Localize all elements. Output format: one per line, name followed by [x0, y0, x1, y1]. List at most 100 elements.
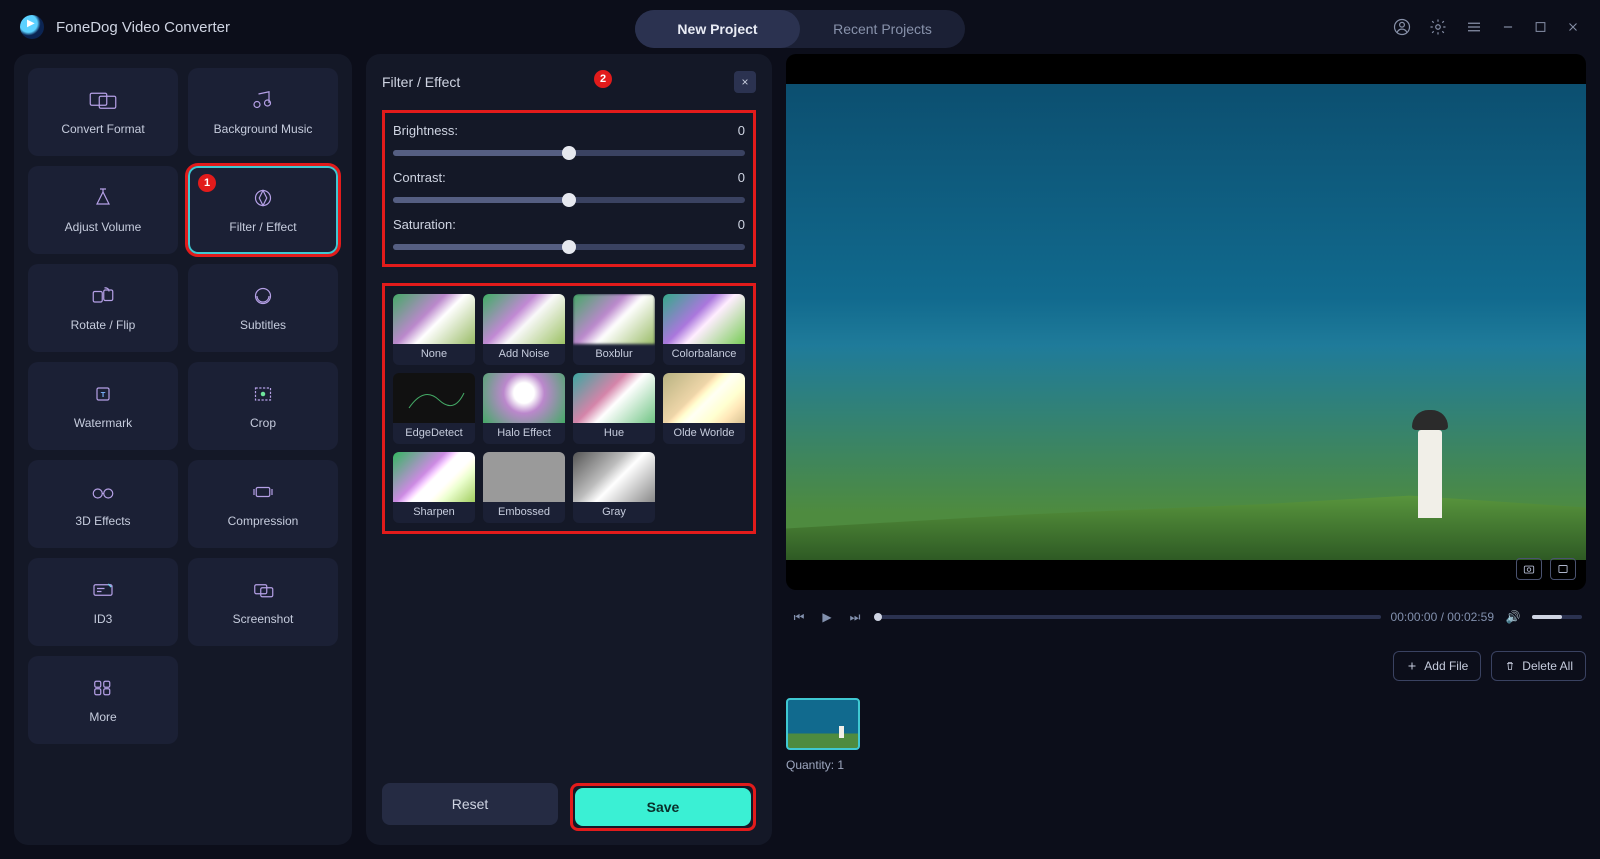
filter-add-noise[interactable]: Add Noise: [483, 294, 565, 365]
panel-title: Filter / Effect: [382, 74, 460, 90]
main: Convert Format Background Music Adjust V…: [0, 54, 1600, 859]
file-actions: Add File Delete All: [786, 644, 1586, 688]
tool-label: 3D Effects: [75, 514, 130, 528]
slider-saturation: Saturation:0: [393, 217, 745, 250]
tab-new-project[interactable]: New Project: [635, 10, 800, 48]
tool-adjust-volume[interactable]: Adjust Volume: [28, 166, 178, 254]
annotation-badge-2: 2: [594, 70, 612, 88]
tool-label: Compression: [228, 514, 299, 528]
id3-icon: [88, 578, 118, 602]
slider-value: 0: [738, 170, 745, 185]
tool-label: Adjust Volume: [65, 220, 142, 234]
slider-contrast: Contrast: 0: [393, 170, 745, 203]
tool-label: Subtitles: [240, 318, 286, 332]
panel-close-button[interactable]: ×: [734, 71, 756, 93]
crop-icon: [248, 382, 278, 406]
delete-all-button[interactable]: Delete All: [1491, 651, 1586, 681]
tool-id3[interactable]: ID3: [28, 558, 178, 646]
aperture-icon: [248, 186, 278, 210]
quantity-label: Quantity: 1: [786, 758, 1586, 772]
tool-label: Rotate / Flip: [71, 318, 136, 332]
tool-background-music[interactable]: Background Music: [188, 68, 338, 156]
more-icon: [88, 676, 118, 700]
glasses-3d-icon: [88, 480, 118, 504]
adjustment-sliders: Brightness: 0 Contrast: 0 Saturation:0: [382, 110, 756, 267]
settings-icon[interactable]: [1429, 18, 1447, 36]
filter-halo-effect[interactable]: Halo Effect: [483, 373, 565, 444]
transport-bar: ⏮ ▶ ⏭ 00:00:00 / 00:02:59 🔊: [786, 600, 1586, 634]
minimize-icon[interactable]: [1501, 18, 1515, 36]
tool-rotate-flip[interactable]: Rotate / Flip: [28, 264, 178, 352]
tool-screenshot[interactable]: Screenshot: [188, 558, 338, 646]
tool-label: More: [89, 710, 116, 724]
filter-hue[interactable]: Hue: [573, 373, 655, 444]
prev-frame-button[interactable]: ⏮: [790, 610, 808, 625]
app-logo-icon: [20, 15, 44, 39]
volume-slider[interactable]: [1532, 615, 1582, 619]
volume-icon: [88, 186, 118, 210]
add-file-button[interactable]: Add File: [1393, 651, 1481, 681]
watermark-icon: T: [88, 382, 118, 406]
tool-watermark[interactable]: T Watermark: [28, 362, 178, 450]
filter-none[interactable]: None: [393, 294, 475, 365]
tool-3d-effects[interactable]: 3D Effects: [28, 460, 178, 548]
tool-subtitles[interactable]: Subtitles: [188, 264, 338, 352]
snapshot-button[interactable]: [1516, 558, 1542, 580]
brightness-slider[interactable]: [393, 150, 745, 156]
tool-compression[interactable]: Compression: [188, 460, 338, 548]
slider-value: 0: [738, 123, 745, 138]
music-icon: [248, 88, 278, 112]
svg-text:T: T: [101, 390, 106, 399]
filter-effect-panel: Filter / Effect × 2 Brightness: 0 Contras…: [366, 54, 772, 845]
file-tray: Quantity: 1: [786, 698, 1586, 772]
tool-label: Screenshot: [233, 612, 294, 626]
reset-button[interactable]: Reset: [382, 783, 558, 825]
seek-bar[interactable]: [874, 615, 1381, 619]
volume-icon[interactable]: 🔊: [1504, 610, 1522, 624]
time-display: 00:00:00 / 00:02:59: [1391, 610, 1494, 624]
tool-more[interactable]: More: [28, 656, 178, 744]
filter-olde-worlde[interactable]: Olde Worlde: [663, 373, 745, 444]
lighthouse-graphic: [1404, 398, 1456, 518]
file-thumbnail[interactable]: [786, 698, 860, 750]
tool-filter-effect[interactable]: 1 Filter / Effect: [188, 166, 338, 254]
contrast-slider[interactable]: [393, 197, 745, 203]
video-preview: [786, 54, 1586, 590]
slider-label: Brightness:: [393, 123, 458, 138]
tab-recent-projects[interactable]: Recent Projects: [800, 10, 965, 48]
fullscreen-button[interactable]: [1550, 558, 1576, 580]
preview-canvas: [786, 84, 1586, 560]
project-tabs: New Project Recent Projects: [635, 10, 965, 48]
next-frame-button[interactable]: ⏭: [846, 610, 864, 625]
maximize-icon[interactable]: [1533, 18, 1548, 36]
play-button[interactable]: ▶: [818, 610, 836, 624]
menu-icon[interactable]: [1465, 18, 1483, 36]
tool-label: ID3: [94, 612, 113, 626]
save-button[interactable]: Save: [575, 788, 751, 826]
filter-presets: None Add Noise Boxblur Colorbalance Edge…: [382, 283, 756, 534]
tool-label: Convert Format: [61, 122, 144, 136]
rotate-icon: [88, 284, 118, 308]
close-window-icon[interactable]: [1566, 18, 1580, 36]
slider-label: Contrast:: [393, 170, 446, 185]
filter-edgedetect[interactable]: EdgeDetect: [393, 373, 475, 444]
slider-brightness: Brightness: 0: [393, 123, 745, 156]
preview-column: ⏮ ▶ ⏭ 00:00:00 / 00:02:59 🔊 Add File Del…: [786, 54, 1586, 845]
titlebar-actions: [1393, 18, 1580, 36]
tool-label: Crop: [250, 416, 276, 430]
saturation-slider[interactable]: [393, 244, 745, 250]
filter-embossed[interactable]: Embossed: [483, 452, 565, 523]
screenshot-icon: [248, 578, 278, 602]
save-button-highlight: 3 Save: [570, 783, 756, 831]
tool-convert-format[interactable]: Convert Format: [28, 68, 178, 156]
filter-sharpen[interactable]: Sharpen: [393, 452, 475, 523]
filter-colorbalance[interactable]: Colorbalance: [663, 294, 745, 365]
app-title: FoneDog Video Converter: [56, 19, 230, 36]
account-icon[interactable]: [1393, 18, 1411, 36]
filter-boxblur[interactable]: Boxblur: [573, 294, 655, 365]
tool-crop[interactable]: Crop: [188, 362, 338, 450]
tool-label: Background Music: [214, 122, 313, 136]
annotation-badge-1: 1: [198, 174, 216, 192]
tool-label: Filter / Effect: [229, 220, 296, 234]
filter-gray[interactable]: Gray: [573, 452, 655, 523]
